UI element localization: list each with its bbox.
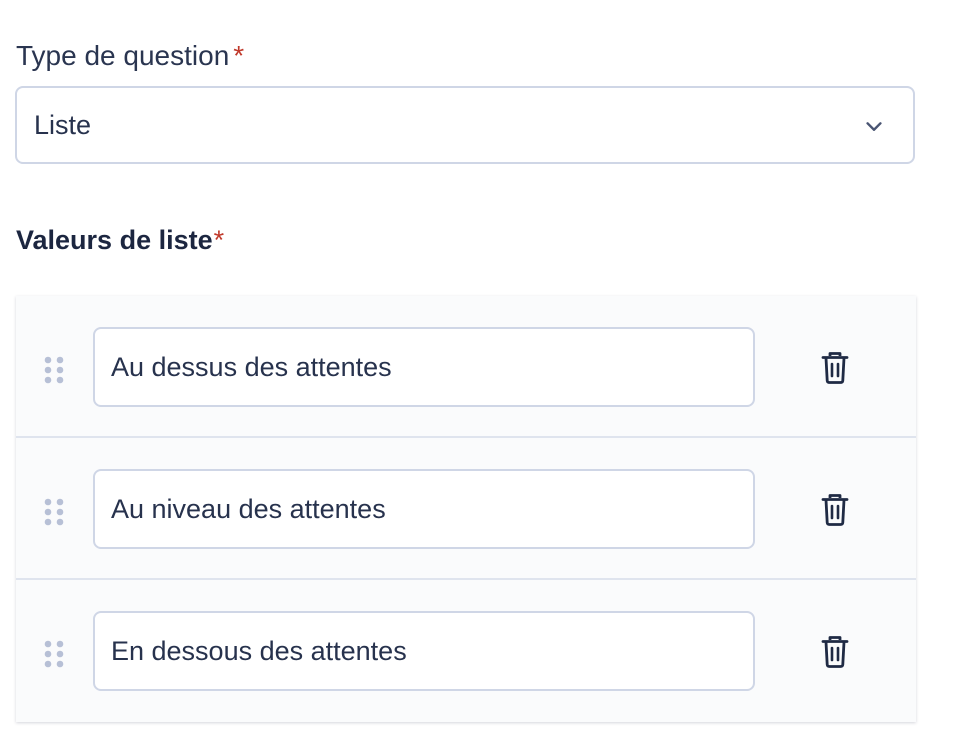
required-asterisk: * (233, 40, 245, 71)
list-value-input[interactable] (93, 611, 755, 691)
trash-icon (821, 494, 849, 526)
delete-value-button[interactable] (816, 633, 854, 671)
question-type-label: Type de question * (16, 38, 244, 74)
list-item (16, 296, 916, 438)
drag-handle-icon[interactable] (43, 355, 65, 385)
drag-handle-icon[interactable] (43, 497, 65, 527)
question-type-selected-value: Liste (34, 109, 92, 140)
trash-icon (821, 352, 849, 384)
question-type-select[interactable]: Liste (15, 86, 915, 164)
question-type-label-text: Type de question (16, 40, 230, 71)
list-item (16, 438, 916, 580)
list-values-label: Valeurs de liste* (16, 223, 224, 257)
delete-value-button[interactable] (816, 491, 854, 529)
list-value-input[interactable] (93, 327, 755, 407)
list-item (16, 580, 916, 722)
list-value-input[interactable] (93, 469, 755, 549)
chevron-down-icon (866, 122, 882, 131)
drag-handle-icon[interactable] (43, 639, 65, 669)
trash-icon (821, 636, 849, 668)
required-asterisk: * (213, 225, 225, 255)
list-values-container (16, 296, 916, 722)
list-values-label-text: Valeurs de liste (16, 225, 213, 255)
delete-value-button[interactable] (816, 349, 854, 387)
